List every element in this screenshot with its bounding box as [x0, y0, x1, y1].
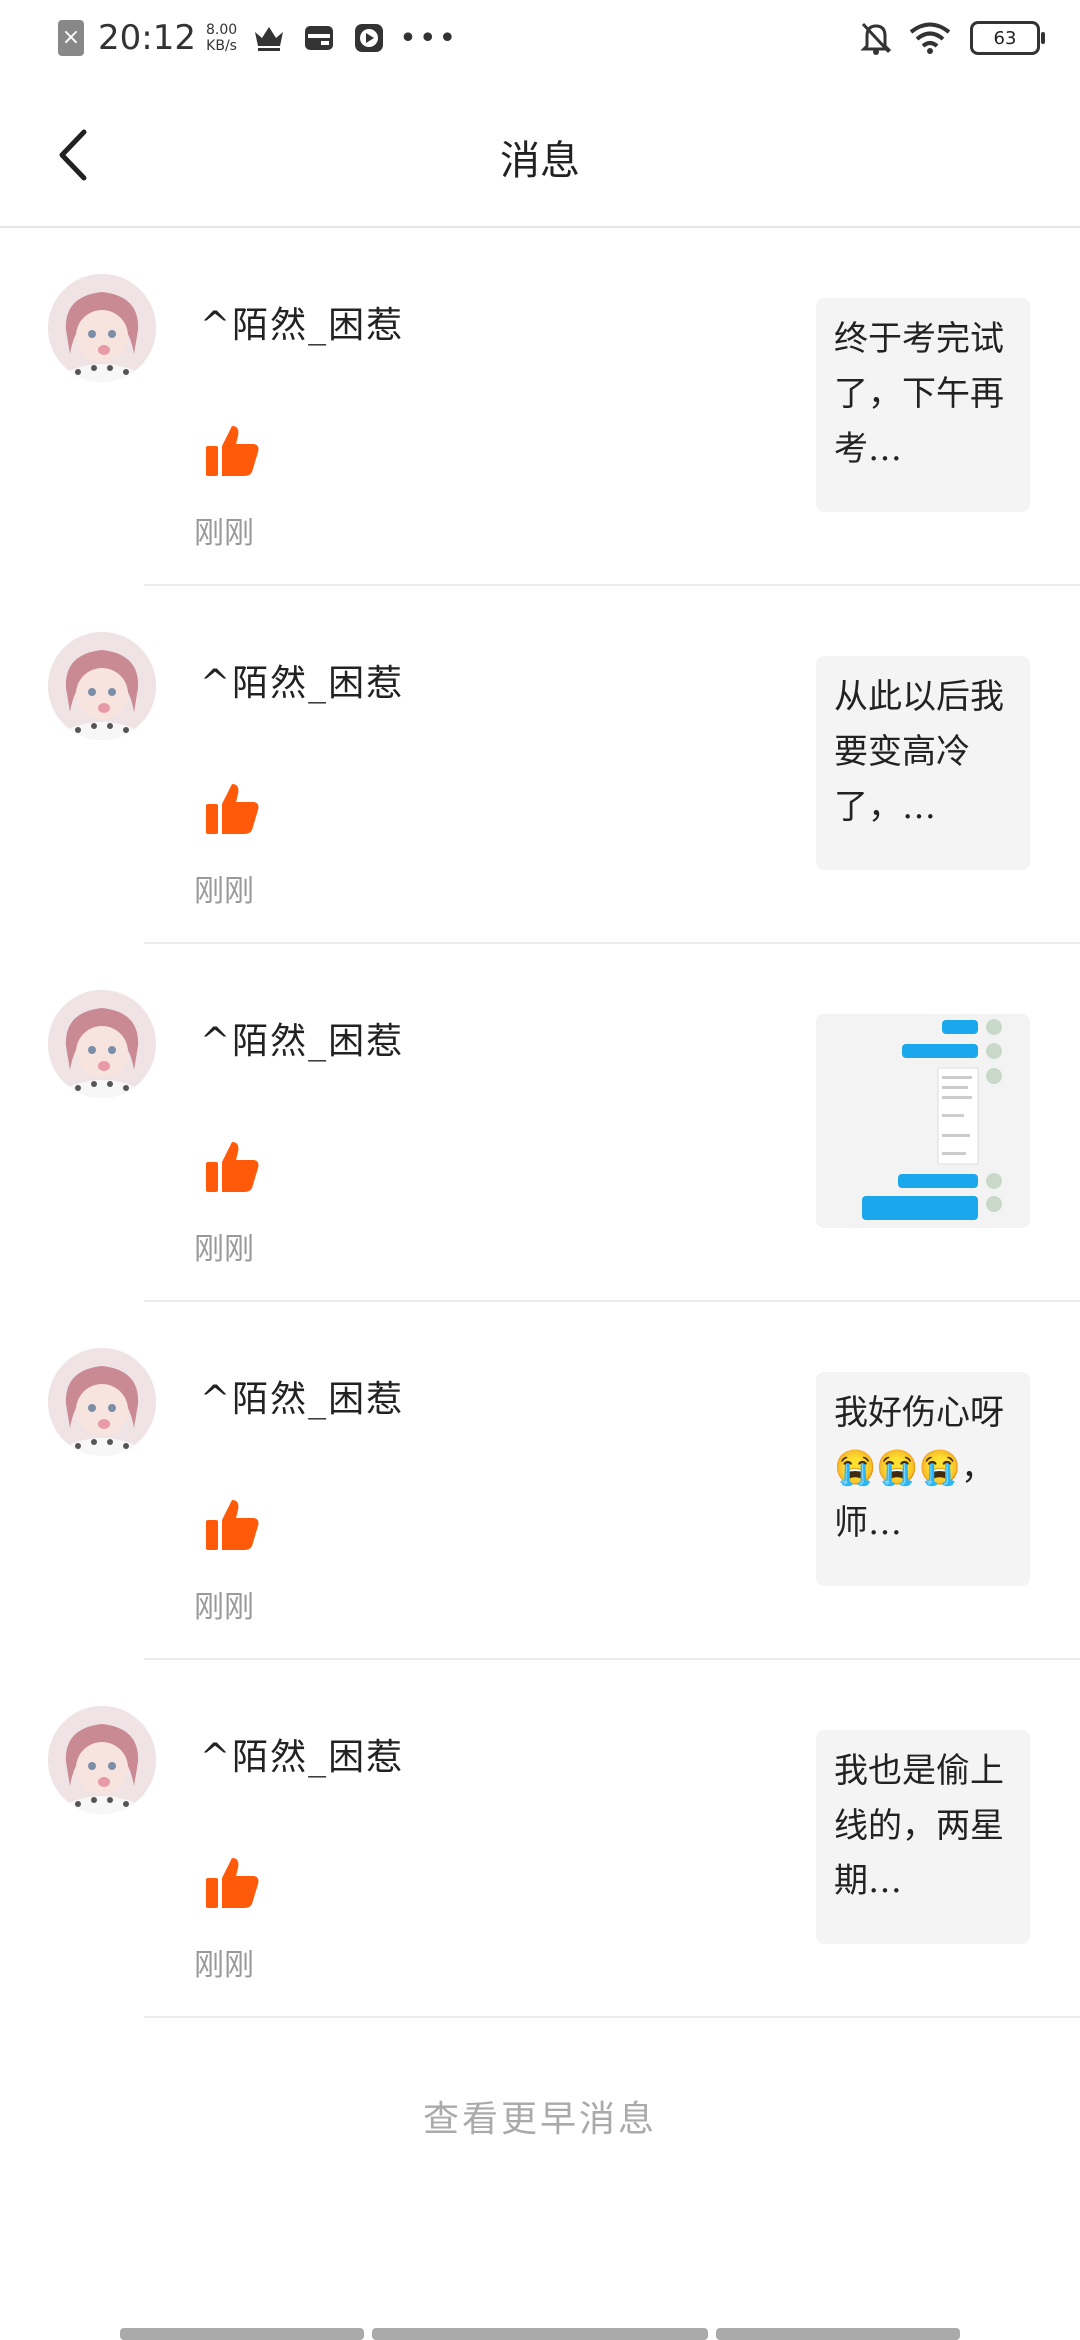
thumbs-up-icon: [200, 420, 264, 484]
post-preview-text: 我也是偷上线的，两星期…: [834, 1751, 1004, 1901]
nav-gesture-bar: [372, 2328, 708, 2340]
network-speed: 8.00 KB/s: [205, 22, 238, 54]
wallet-icon: [301, 20, 337, 56]
thumbs-up-icon: [200, 1852, 264, 1916]
chat-screenshot-thumbnail: [816, 1014, 1030, 1228]
user-name[interactable]: ^陌然_困惹: [200, 296, 404, 348]
post-preview-text: 终于考完试了，下午再考…: [834, 319, 1004, 469]
thumbs-up-icon: [200, 1494, 264, 1558]
wifi-icon: [908, 20, 952, 56]
message-item[interactable]: ^陌然_困惹 刚刚: [0, 944, 1080, 1302]
user-name[interactable]: ^陌然_困惹: [200, 654, 404, 706]
avatar[interactable]: [48, 632, 156, 740]
avatar[interactable]: [48, 1348, 156, 1456]
message-time: 刚刚: [194, 1232, 254, 1267]
message-item[interactable]: ^陌然_困惹 刚刚 从此以后我要变高冷了，…: [0, 586, 1080, 944]
mute-icon: [858, 20, 894, 56]
avatar[interactable]: [48, 274, 156, 382]
crown-icon: [251, 20, 287, 56]
nav-gesture-bar: [716, 2328, 960, 2340]
play-icon: [351, 20, 387, 56]
post-preview-text: 从此以后我要变高冷了，…: [834, 677, 1004, 827]
message-time: 刚刚: [194, 516, 254, 551]
message-item[interactable]: ^陌然_困惹 刚刚 我也是偷上线的，两星期…: [0, 1660, 1080, 2018]
view-earlier-messages-link[interactable]: 查看更早消息: [0, 2090, 1080, 2142]
post-preview-text: 我好伤心呀😭😭😭，师…: [834, 1393, 1004, 1543]
message-time: 刚刚: [194, 1590, 254, 1625]
message-time: 刚刚: [194, 1948, 254, 1983]
no-sim-icon: ×: [58, 20, 84, 56]
battery-icon: 63: [970, 21, 1045, 55]
status-time: 20:12: [98, 18, 196, 58]
nav-header: 消息: [0, 84, 1080, 228]
page-title: 消息: [500, 138, 580, 184]
status-bar: × 20:12 8.00 KB/s ••• 63: [0, 0, 1080, 84]
post-preview[interactable]: 我也是偷上线的，两星期…: [816, 1730, 1030, 1944]
message-item[interactable]: ^陌然_困惹 刚刚 我好伤心呀😭😭😭，师…: [0, 1302, 1080, 1660]
post-preview-image[interactable]: [816, 1014, 1030, 1228]
avatar[interactable]: [48, 1706, 156, 1814]
nav-gesture-bar: [120, 2328, 364, 2340]
user-name[interactable]: ^陌然_困惹: [200, 1728, 404, 1780]
post-preview[interactable]: 终于考完试了，下午再考…: [816, 298, 1030, 512]
message-time: 刚刚: [194, 874, 254, 909]
more-dots-icon: •••: [399, 20, 459, 56]
avatar[interactable]: [48, 990, 156, 1098]
divider: [144, 2016, 1080, 2018]
post-preview[interactable]: 我好伤心呀😭😭😭，师…: [816, 1372, 1030, 1586]
post-preview[interactable]: 从此以后我要变高冷了，…: [816, 656, 1030, 870]
thumbs-up-icon: [200, 778, 264, 842]
message-list: ^陌然_困惹 刚刚 终于考完试了，下午再考… ^陌然_困惹 刚刚 从此以后我要变…: [0, 228, 1080, 2018]
user-name[interactable]: ^陌然_困惹: [200, 1012, 404, 1064]
user-name[interactable]: ^陌然_困惹: [200, 1370, 404, 1422]
message-item[interactable]: ^陌然_困惹 刚刚 终于考完试了，下午再考…: [0, 228, 1080, 586]
thumbs-up-icon: [200, 1136, 264, 1200]
